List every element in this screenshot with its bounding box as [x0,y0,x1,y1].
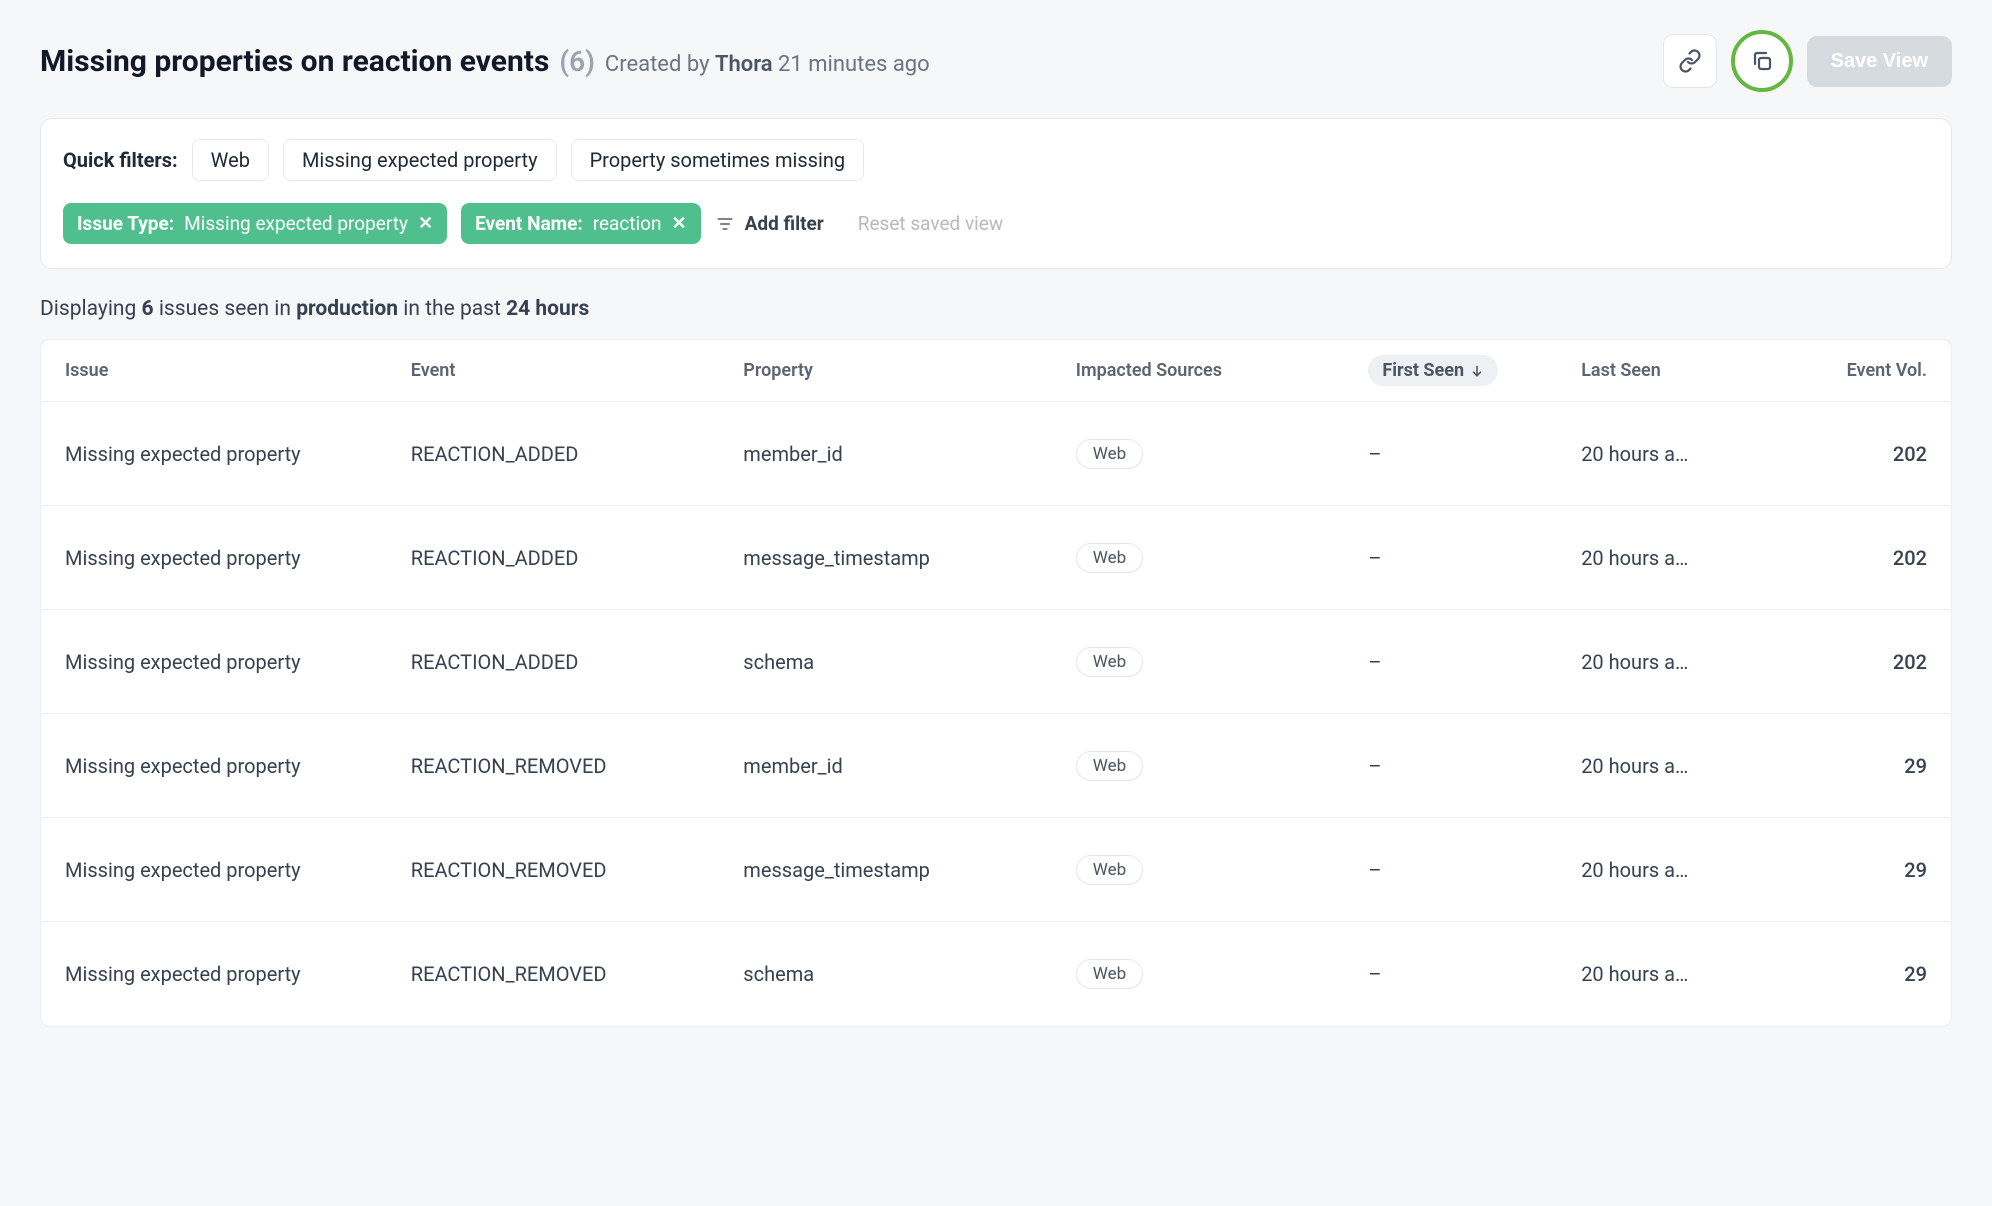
th-issue[interactable]: Issue [65,360,411,381]
cell-last-seen: 20 hours a… [1581,546,1721,570]
table-row[interactable]: Missing expected propertyREACTION_REMOVE… [41,714,1951,818]
cell-last-seen: 20 hours a… [1581,858,1721,882]
table-row[interactable]: Missing expected propertyREACTION_ADDEDm… [41,402,1951,506]
table-row[interactable]: Missing expected propertyREACTION_ADDEDm… [41,506,1951,610]
source-badge: Web [1076,855,1143,885]
link-icon [1678,49,1702,73]
cell-first-seen: – [1368,858,1581,882]
remove-filter-icon[interactable]: ✕ [418,213,433,234]
reset-saved-view[interactable]: Reset saved view [858,212,1003,235]
cell-event: REACTION_REMOVED [411,858,744,882]
source-badge: Web [1076,543,1143,573]
th-last-seen[interactable]: Last Seen [1581,360,1781,381]
cell-event-vol: 29 [1781,858,1927,882]
quick-filter-chip[interactable]: Missing expected property [283,139,557,181]
duplicate-view-button[interactable] [1731,30,1793,92]
cell-last-seen: 20 hours a… [1581,442,1721,466]
cell-property: member_id [743,442,1076,466]
cell-sources: Web [1076,439,1369,469]
title-meta: Created by Thora 21 minutes ago [605,52,930,77]
cell-event: REACTION_ADDED [411,442,744,466]
add-filter-button[interactable]: Add filter [715,212,824,235]
cell-event: REACTION_REMOVED [411,962,744,986]
quick-filters-label: Quick filters: [63,148,178,172]
cell-first-seen: – [1368,754,1581,778]
issues-table: Issue Event Property Impacted Sources Fi… [40,339,1952,1027]
page-title: Missing properties on reaction events [40,44,549,79]
cell-sources: Web [1076,647,1369,677]
cell-last-seen: 20 hours a… [1581,962,1721,986]
filter-icon [715,214,735,234]
cell-first-seen: – [1368,442,1581,466]
share-link-button[interactable] [1663,34,1717,88]
title-count: (6) [559,45,595,78]
cell-first-seen: – [1368,546,1581,570]
cell-event: REACTION_ADDED [411,546,744,570]
author: Thora [715,52,773,77]
cell-first-seen: – [1368,962,1581,986]
filter-value: reaction [593,212,662,235]
cell-last-seen: 20 hours a… [1581,754,1721,778]
th-first-seen[interactable]: First Seen [1368,355,1581,386]
th-property[interactable]: Property [743,360,1076,381]
cell-sources: Web [1076,751,1369,781]
table-header: Issue Event Property Impacted Sources Fi… [41,340,1951,402]
source-badge: Web [1076,439,1143,469]
table-row[interactable]: Missing expected propertyREACTION_REMOVE… [41,922,1951,1026]
cell-event-vol: 202 [1781,650,1927,674]
arrow-down-icon [1470,364,1484,378]
results-summary: Displaying 6 issues seen in production i… [40,297,1952,321]
applied-filter-pill[interactable]: Event Name: reaction ✕ [461,203,701,244]
quick-filter-chip[interactable]: Web [192,139,269,181]
filter-value: Missing expected property [184,212,408,235]
cell-sources: Web [1076,959,1369,989]
cell-event-vol: 29 [1781,754,1927,778]
cell-event: REACTION_ADDED [411,650,744,674]
cell-issue: Missing expected property [65,962,411,986]
source-badge: Web [1076,751,1143,781]
page-header: Missing properties on reaction events (6… [40,30,1952,92]
applied-filter-pill[interactable]: Issue Type: Missing expected property ✕ [63,203,447,244]
cell-event: REACTION_REMOVED [411,754,744,778]
cell-event-vol: 202 [1781,442,1927,466]
created-prefix: Created by [605,52,715,77]
quick-filter-chip[interactable]: Property sometimes missing [571,139,865,181]
quick-filters-row: Quick filters: Web Missing expected proper… [63,139,1929,181]
filter-key: Event Name: [475,212,583,235]
copy-icon [1750,49,1774,73]
cell-property: message_timestamp [743,858,1076,882]
cell-property: message_timestamp [743,546,1076,570]
created-suffix: 21 minutes ago [773,52,930,77]
remove-filter-icon[interactable]: ✕ [672,213,687,234]
cell-first-seen: – [1368,650,1581,674]
cell-event-vol: 202 [1781,546,1927,570]
cell-issue: Missing expected property [65,754,411,778]
cell-last-seen: 20 hours a… [1581,650,1721,674]
th-event-vol[interactable]: Event Vol. [1781,360,1927,381]
filters-card: Quick filters: Web Missing expected proper… [40,118,1952,269]
cell-property: schema [743,962,1076,986]
applied-filters-row: Issue Type: Missing expected property✕Ev… [63,203,1929,244]
source-badge: Web [1076,647,1143,677]
filter-key: Issue Type: [77,212,174,235]
cell-issue: Missing expected property [65,546,411,570]
source-badge: Web [1076,959,1143,989]
table-row[interactable]: Missing expected propertyREACTION_ADDEDs… [41,610,1951,714]
th-sources[interactable]: Impacted Sources [1076,360,1369,381]
cell-property: member_id [743,754,1076,778]
cell-property: schema [743,650,1076,674]
table-row[interactable]: Missing expected propertyREACTION_REMOVE… [41,818,1951,922]
cell-issue: Missing expected property [65,858,411,882]
cell-sources: Web [1076,855,1369,885]
save-view-button[interactable]: Save View [1807,36,1952,87]
cell-issue: Missing expected property [65,442,411,466]
cell-sources: Web [1076,543,1369,573]
header-actions: Save View [1663,30,1952,92]
cell-event-vol: 29 [1781,962,1927,986]
title-block: Missing properties on reaction events (6… [40,44,930,79]
th-event[interactable]: Event [411,360,744,381]
cell-issue: Missing expected property [65,650,411,674]
add-filter-label: Add filter [745,212,824,235]
